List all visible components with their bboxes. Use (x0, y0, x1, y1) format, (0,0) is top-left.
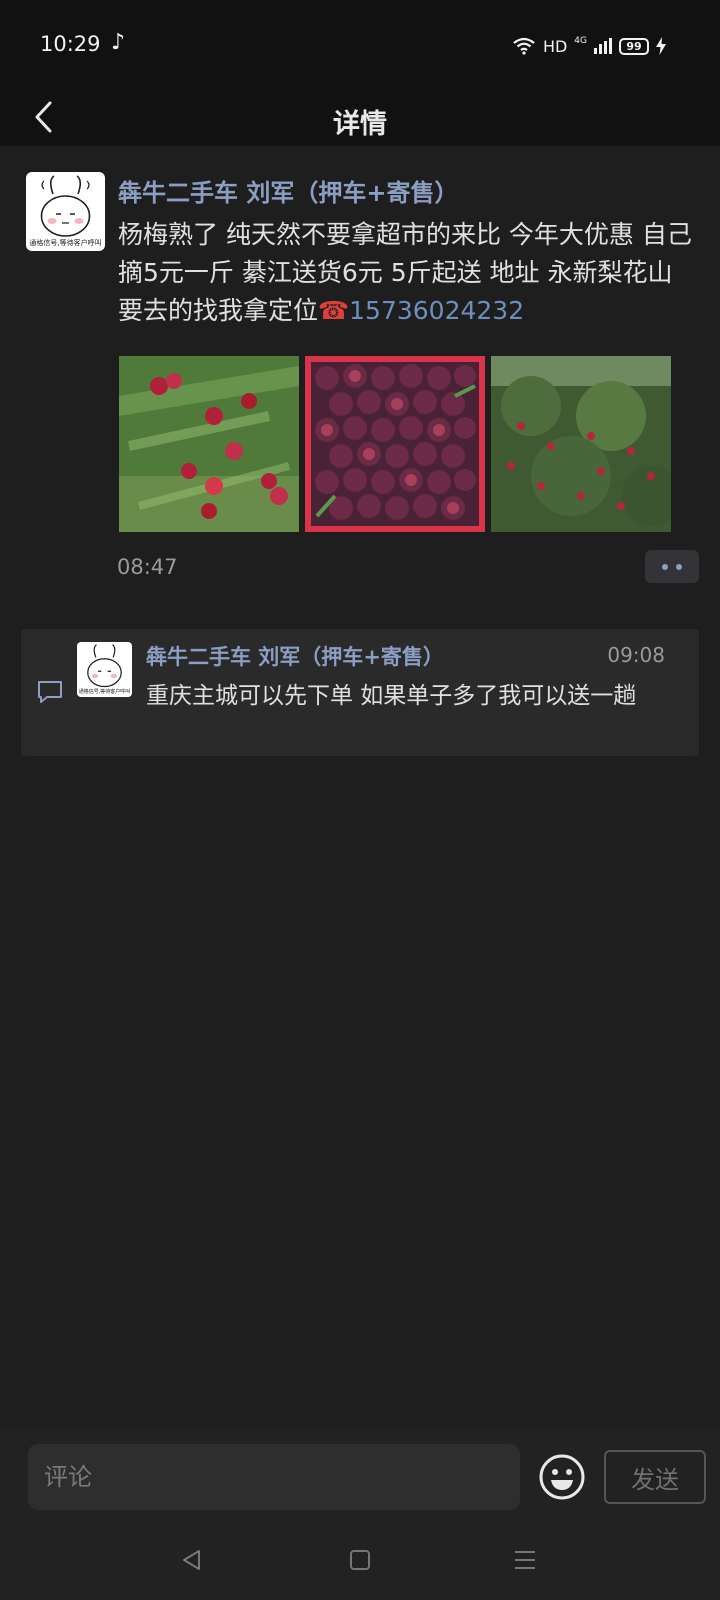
menu-lines-icon (515, 1551, 535, 1569)
post-image-bayberry-orchard[interactable] (491, 356, 671, 532)
comment-author-avatar[interactable]: 通格信号,等待客户呼叫 (77, 642, 132, 697)
status-time: 10:29 (40, 32, 101, 56)
post-author-name[interactable]: 犇牛二手车 刘军（押车+寄售） (118, 173, 458, 208)
author-avatar[interactable]: 通格信号,等待客户呼叫 (26, 172, 105, 251)
avatar-caption: 通格信号,等待客户呼叫 (29, 239, 102, 247)
send-button[interactable]: 发送 (604, 1450, 706, 1504)
more-dots-icon (662, 563, 668, 570)
system-back-button[interactable] (172, 1540, 212, 1580)
page-title: 详情 (333, 109, 387, 140)
battery-level: 99 (626, 39, 642, 53)
status-indicators: HD 4G 99 (512, 34, 666, 58)
post-time: 08:47 (117, 555, 178, 579)
triangle-back-icon (183, 1550, 200, 1570)
comment-time: 09:08 (607, 643, 665, 667)
avatar-caption: 通格信号,等待客户呼叫 (78, 689, 131, 695)
post-image-bayberry-tree[interactable] (119, 356, 299, 532)
battery-icon: 99 (619, 37, 649, 55)
status-bar: 10:29 ♪ HD 4G 99 (0, 0, 720, 90)
comment-input[interactable] (28, 1444, 520, 1510)
comment-author-name[interactable]: 犇牛二手车 刘军（押车+寄售） (146, 641, 444, 671)
smiley-icon (539, 1454, 585, 1500)
telephone-icon: ☎ (318, 296, 350, 325)
network-gen-label: 4G (574, 35, 587, 46)
post-image-bayberry-basket[interactable] (305, 356, 485, 532)
hd-label: HD (542, 36, 568, 56)
more-actions-button[interactable] (645, 550, 699, 583)
emoji-button[interactable] (537, 1452, 587, 1502)
system-home-button[interactable] (340, 1540, 380, 1580)
comment-text: 重庆主城可以先下单 如果单子多了我可以送一趟 (146, 683, 637, 709)
comment-bubble-icon (38, 681, 62, 703)
system-nav-bar (0, 1518, 720, 1600)
post-text: 杨梅熟了 纯天然不要拿超市的来比 今年大优惠 自己摘5元一斤 綦江送货6元 5斤… (118, 216, 698, 330)
charging-bolt-icon (656, 37, 666, 55)
system-menu-button[interactable] (505, 1540, 545, 1580)
phone-link[interactable]: 15736024232 (349, 296, 524, 325)
signal-icon (594, 38, 612, 54)
square-home-icon (350, 1550, 370, 1570)
comment-section: 通格信号,等待客户呼叫 犇牛二手车 刘军（押车+寄售） 09:08 重庆主城可以… (21, 629, 699, 756)
wifi-icon (513, 37, 535, 55)
comment-input-bar: 发送 (0, 1428, 720, 1518)
more-dots-icon (676, 563, 682, 570)
music-note-icon: ♪ (111, 30, 126, 55)
nav-bar: 详情 (0, 90, 720, 146)
